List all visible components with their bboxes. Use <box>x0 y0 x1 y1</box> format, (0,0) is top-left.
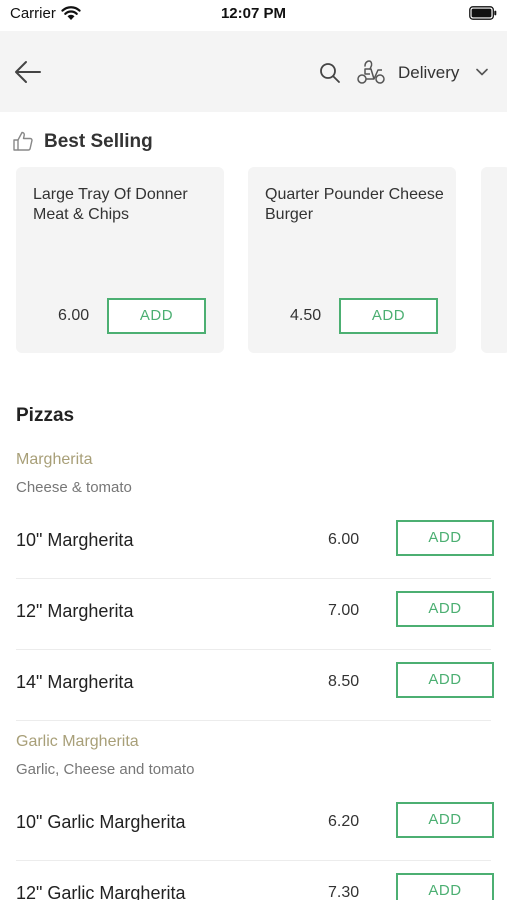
menu-item-name: 10" Garlic Margherita <box>16 812 186 832</box>
card-item-price: 4.50 <box>290 307 322 324</box>
menu-item-price: 8.50 <box>328 673 360 690</box>
menu-item-name: 10" Margherita <box>16 530 134 550</box>
add-button[interactable]: ADD <box>396 873 494 900</box>
top-nav-bar: Delivery <box>0 31 507 112</box>
menu-item-price: 7.30 <box>328 884 360 900</box>
group-title: Garlic Margherita <box>16 733 139 750</box>
add-button[interactable]: ADD <box>396 802 494 838</box>
best-selling-card[interactable]: Large Tray Of Donner Meat & Chips 6.00 A… <box>16 167 224 353</box>
menu-item-name: 12" Margherita <box>16 601 134 621</box>
menu-item-price: 6.20 <box>328 813 360 830</box>
best-selling-card-peek[interactable] <box>481 167 507 353</box>
card-item-name: Large Tray Of Donner Meat & Chips <box>33 186 188 223</box>
delivery-label: Delivery <box>398 63 460 82</box>
battery-icon <box>469 6 497 20</box>
best-selling-card[interactable]: Quarter Pounder Cheese Burger 4.50 ADD <box>248 167 456 353</box>
menu-item-name: 14" Margherita <box>16 672 134 692</box>
card-item-price: 6.00 <box>58 307 90 324</box>
card-item-name: Quarter Pounder Cheese Burger <box>265 186 444 223</box>
add-button[interactable]: ADD <box>339 298 438 334</box>
menu-item-row[interactable]: 10" Garlic Margherita 6.20 ADD <box>16 790 494 861</box>
group-description: Garlic, Cheese and tomato <box>16 761 195 778</box>
add-button[interactable]: ADD <box>396 662 494 698</box>
chevron-down-icon <box>476 68 488 76</box>
back-arrow-icon[interactable] <box>12 57 44 87</box>
menu-item-name: 12" Garlic Margherita <box>16 883 186 900</box>
thumbs-up-icon <box>13 131 33 151</box>
group-title: Margherita <box>16 451 93 468</box>
status-time: 12:07 PM <box>220 5 287 22</box>
add-button[interactable]: ADD <box>396 520 494 556</box>
best-selling-title: Best Selling <box>44 131 153 152</box>
add-button[interactable]: ADD <box>396 591 494 627</box>
menu-item-row[interactable]: 12" Garlic Margherita 7.30 ADD <box>16 861 494 900</box>
search-icon[interactable] <box>318 61 342 85</box>
menu-item-row[interactable]: 14" Margherita 8.50 ADD <box>16 650 494 721</box>
delivery-mode-selector[interactable]: Delivery <box>356 57 496 87</box>
scooter-icon <box>357 60 385 84</box>
status-bar: Carrier 12:07 PM <box>0 0 507 30</box>
section-title: Pizzas <box>16 405 75 426</box>
menu-item-price: 6.00 <box>328 531 360 548</box>
add-button[interactable]: ADD <box>107 298 206 334</box>
menu-item-row[interactable]: 12" Margherita 7.00 ADD <box>16 579 494 650</box>
group-description: Cheese & tomato <box>16 479 132 496</box>
menu-item-row[interactable]: 10" Margherita 6.00 ADD <box>16 508 494 579</box>
menu-item-price: 7.00 <box>328 602 360 619</box>
